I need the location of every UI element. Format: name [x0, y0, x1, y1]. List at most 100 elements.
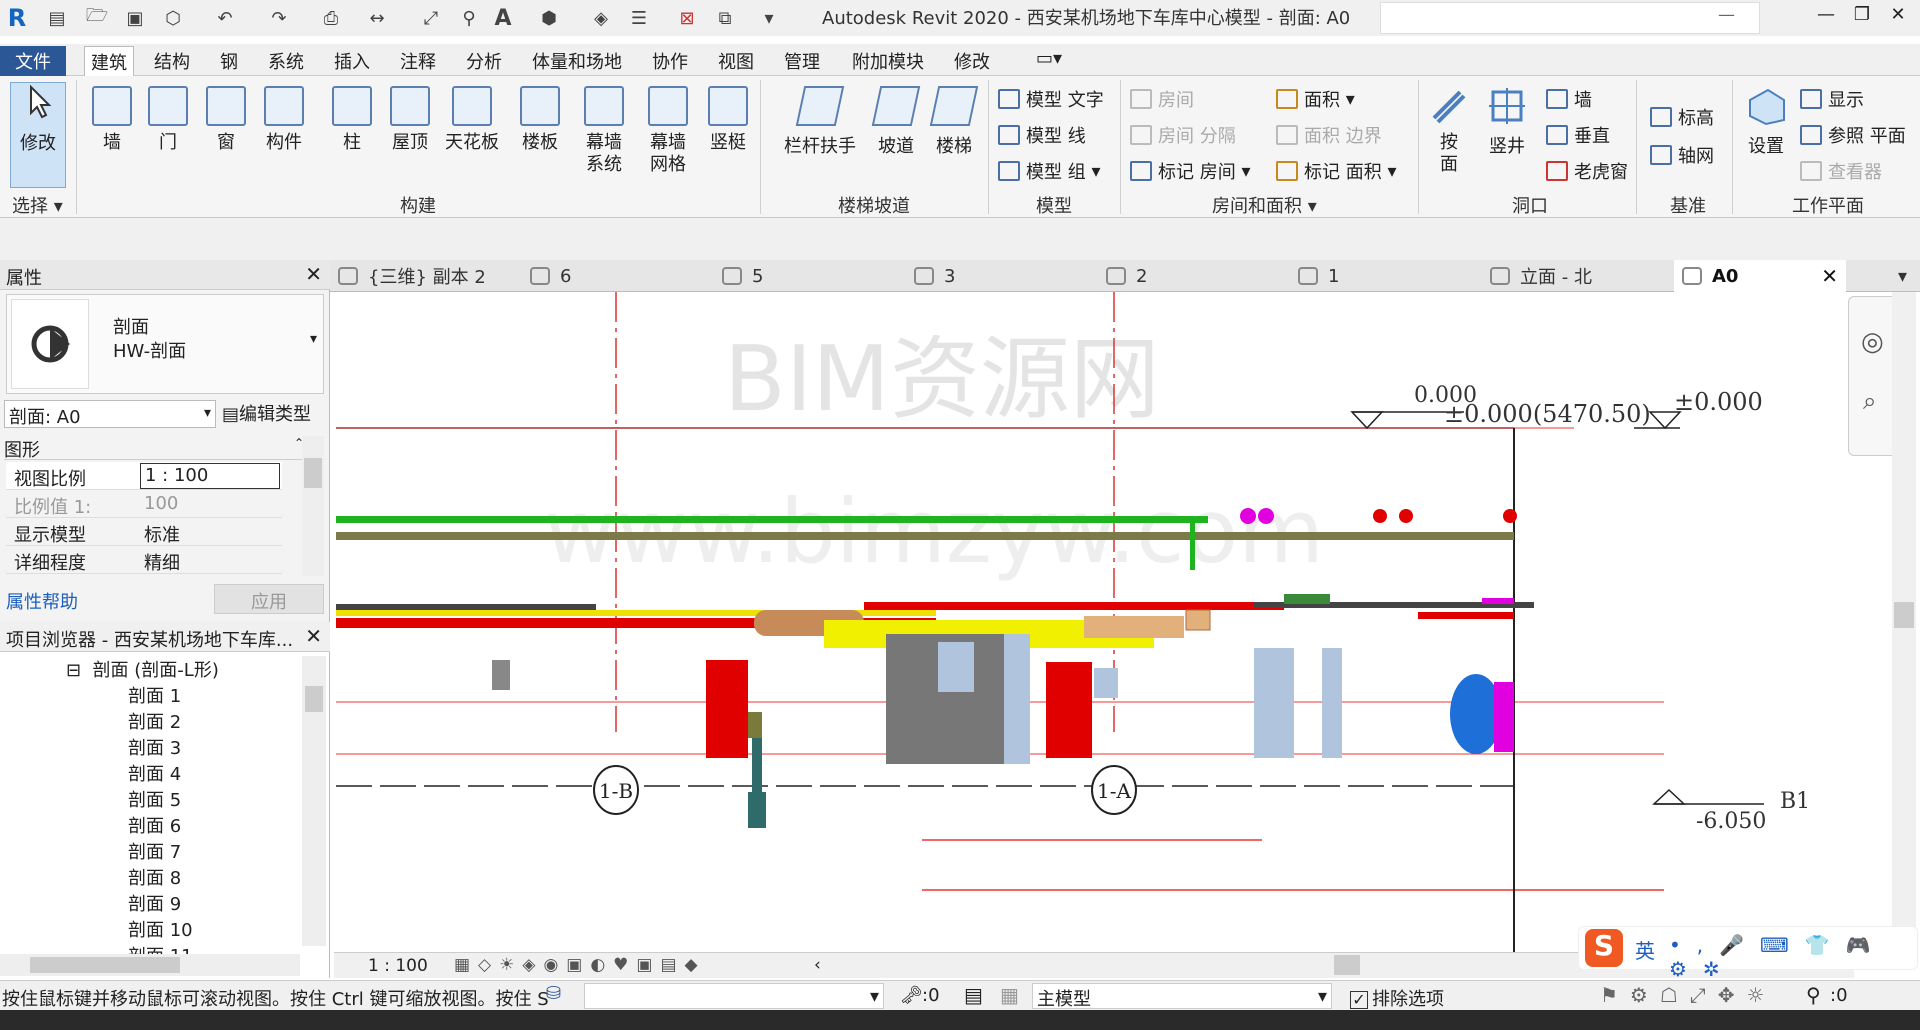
room-separator-button[interactable]: 房间 分隔 [1130, 122, 1236, 148]
ceiling-button[interactable]: 天花板 [444, 86, 500, 154]
filter-icon[interactable]: ⚲ [1806, 983, 1821, 1007]
select-panel-label[interactable]: 选择 ▾ [12, 192, 63, 218]
scroll-left-icon[interactable]: ‹ [814, 955, 821, 975]
browser-item-section-8[interactable]: 剖面 8 [128, 864, 181, 890]
browser-group-section[interactable]: ⊟ 剖面 (剖面-L形) [66, 656, 219, 682]
browser-item-section-9[interactable]: 剖面 9 [128, 890, 181, 916]
tag-icon[interactable]: ⚲ [456, 6, 482, 30]
tab-steel[interactable]: 钢 [214, 46, 244, 76]
tab-modify[interactable]: 修改 [948, 46, 996, 76]
thin-lines-icon[interactable]: ☰ [626, 6, 652, 30]
browser-item-section-2[interactable]: 剖面 2 [128, 708, 181, 734]
column-button[interactable]: 柱 [324, 86, 380, 154]
sync-icon[interactable]: ⬡ [160, 6, 186, 30]
workset-dropdown[interactable]: ▾ [584, 983, 884, 1009]
area-boundary-button[interactable]: 面积 边界 [1276, 122, 1382, 148]
room-button[interactable]: 房间 [1130, 86, 1194, 112]
tab-view[interactable]: 视图 [712, 46, 760, 76]
view-tabs-menu-icon[interactable]: ▾ [1890, 260, 1920, 292]
chevron-down-icon[interactable]: ▾ [310, 331, 317, 347]
worksets-icon[interactable]: ⛁ [546, 983, 561, 1004]
curtain-grid-button[interactable]: 幕墙 网格 [640, 86, 696, 176]
zoom-icon[interactable]: ⌕ [1863, 387, 1876, 415]
ref-plane-button[interactable]: 参照 平面 [1800, 122, 1906, 148]
wall-button[interactable]: 墙 [84, 86, 140, 154]
dormer-button[interactable]: 老虎窗 [1546, 158, 1628, 184]
close-hidden-icon[interactable]: ⊠ [674, 6, 700, 30]
browser-item-section-6[interactable]: 剖面 6 [128, 812, 181, 838]
ime-logo[interactable]: S [1585, 929, 1623, 967]
tab-architecture[interactable]: 建筑 [84, 46, 134, 76]
tab-structure[interactable]: 结构 [148, 46, 196, 76]
prop-display-model[interactable]: 显示模型 标准 [6, 518, 282, 546]
tab-file[interactable]: 文件 [0, 46, 66, 76]
ramp-button[interactable]: 坡道 [868, 86, 924, 158]
vertical-opening-button[interactable]: 垂直 [1546, 122, 1610, 148]
measure-icon[interactable]: ↔ [364, 6, 390, 30]
grid-button[interactable]: 轴网 [1650, 142, 1714, 168]
collapse-icon[interactable]: ⊟ [66, 660, 81, 681]
browser-hscrollbar[interactable] [0, 954, 300, 976]
view-tab-7[interactable]: 立面 - 北 [1482, 260, 1674, 292]
text-icon[interactable]: A [490, 6, 516, 31]
view-scale-input[interactable]: 1 : 100 [140, 463, 280, 489]
view-control-icons[interactable]: ▦◇☀◈◉▣◐♥▣▤◆ [454, 955, 706, 975]
mullion-button[interactable]: 竖梃 [700, 86, 756, 154]
design-options-icon[interactable]: ▤ [964, 983, 983, 1007]
tab-massing[interactable]: 体量和场地 [526, 46, 628, 76]
properties-help-link[interactable]: 属性帮助 [6, 588, 78, 614]
minimize-button[interactable]: — [1806, 4, 1846, 32]
view-tab-4[interactable]: 3 [906, 260, 1098, 292]
tag-room-button[interactable]: 标记 房间 ▾ [1130, 158, 1251, 184]
active-option-icon[interactable]: ▦ [1000, 983, 1019, 1007]
section-icon[interactable]: ◈ [588, 6, 614, 30]
close-button[interactable]: ✕ [1878, 4, 1918, 32]
apply-button[interactable]: 应用 [214, 584, 324, 614]
set-workplane-button[interactable]: 设置 [1740, 86, 1792, 158]
room-panel-label[interactable]: 房间和面积 ▾ [1212, 192, 1317, 218]
graphics-group[interactable]: 图形 ⌃ [4, 436, 304, 461]
tab-manage[interactable]: 管理 [778, 46, 826, 76]
by-face-button[interactable]: 按 面 [1426, 86, 1472, 176]
save-icon[interactable]: ▣ [122, 6, 148, 30]
canvas-hscroll-thumb[interactable] [1334, 955, 1360, 975]
open-icon[interactable]: 🗁 [84, 5, 110, 30]
print-icon[interactable]: ⎙ [318, 6, 344, 30]
wall-opening-button[interactable]: 墙 [1546, 86, 1592, 112]
model-group-button[interactable]: 模型 组 ▾ [998, 158, 1101, 184]
browser-item-section-5[interactable]: 剖面 5 [128, 786, 181, 812]
search-box[interactable]: — [1380, 2, 1760, 34]
3d-view-icon[interactable]: ⬢ [536, 6, 562, 30]
browser-item-section-1[interactable]: 剖面 1 [128, 682, 181, 708]
tab-annotate[interactable]: 注释 [394, 46, 442, 76]
roof-button[interactable]: 屋顶 [382, 86, 438, 154]
browser-item-section-7[interactable]: 剖面 7 [128, 838, 181, 864]
selection-filter-icons[interactable]: ⚑⚙☖⤢✥☼ [1600, 983, 1776, 1007]
panel-toggle-icon[interactable]: ▭▾ [1030, 46, 1068, 76]
design-option-dropdown[interactable]: 主模型 ▾ [1032, 983, 1332, 1010]
search-minimize-icon[interactable]: — [1718, 5, 1735, 25]
tab-collaborate[interactable]: 协作 [646, 46, 694, 76]
window-button[interactable]: 窗 [198, 86, 254, 154]
tab-systems[interactable]: 系统 [262, 46, 310, 76]
area-button[interactable]: 面积 ▾ [1276, 86, 1355, 112]
view-tab-8[interactable]: A0 ✕ [1674, 260, 1846, 292]
shaft-button[interactable]: 竖井 [1478, 86, 1536, 158]
switch-windows-icon[interactable]: ⧉ [712, 6, 738, 30]
model-text-button[interactable]: 模型 文字 [998, 86, 1104, 112]
view-tab-6[interactable]: 1 [1290, 260, 1482, 292]
browser-scrollbar[interactable] [302, 656, 326, 946]
restore-button[interactable]: ❐ [1842, 4, 1882, 32]
editing-requests-icon[interactable]: 🗝 [900, 985, 923, 1006]
edit-type-button[interactable]: ▤编辑类型 [222, 400, 311, 426]
curtain-system-button[interactable]: 幕墙 系统 [576, 86, 632, 176]
browser-item-section-10[interactable]: 剖面 10 [128, 916, 193, 942]
railing-button[interactable]: 栏杆扶手 [780, 86, 860, 158]
view-tab-5[interactable]: 2 [1098, 260, 1290, 292]
home-icon[interactable]: ▤ [44, 6, 70, 30]
show-workplane-button[interactable]: 显示 [1800, 86, 1864, 112]
drawing-canvas[interactable]: BIM资源网 www.bimzyw.com 1-B 1-A 0.000 ±0.0… [334, 292, 1854, 952]
properties-scrollbar[interactable] [302, 436, 324, 576]
prop-detail-level[interactable]: 详细程度 精细 [6, 546, 282, 574]
modify-button[interactable]: 修改 [10, 82, 66, 188]
